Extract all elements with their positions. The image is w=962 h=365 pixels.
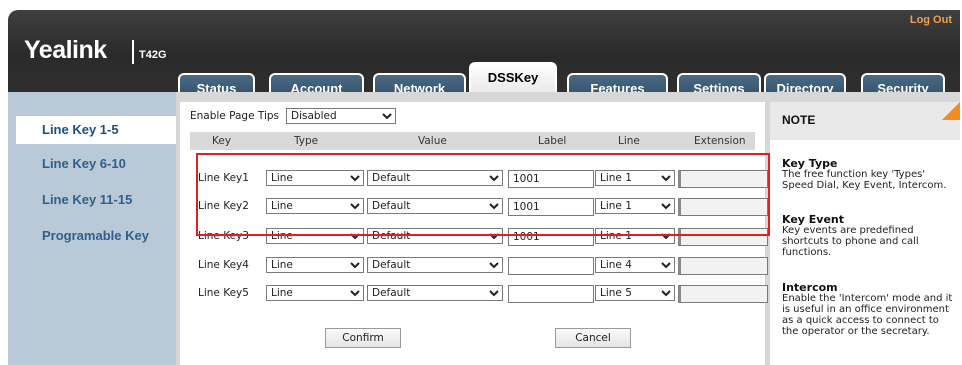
line-select[interactable]: Line 1 xyxy=(595,198,675,214)
note-text: The free function key 'Types' Speed Dial… xyxy=(782,169,947,191)
row-key-label: Line Key4 xyxy=(198,259,249,271)
column-header-extension: Extension xyxy=(694,135,746,147)
model-label: T42G xyxy=(139,49,167,61)
note-text: Enable the 'Intercom' mode and it is use… xyxy=(782,293,953,337)
web-ui-frame: Yealink T42G Log Out Status Account Netw… xyxy=(0,0,960,365)
label-input[interactable]: 1001 xyxy=(508,228,594,246)
note-header: NOTE xyxy=(770,102,960,140)
value-select[interactable]: Default xyxy=(367,228,503,244)
type-select[interactable]: Line xyxy=(266,285,364,301)
label-input[interactable]: 1001 xyxy=(508,170,594,188)
extension-input[interactable] xyxy=(678,170,768,188)
label-input[interactable]: 1001 xyxy=(508,198,594,216)
table-row: Line Key1 Line Default 1001 Line 1 xyxy=(190,168,768,190)
note-section: Key Type The free function key 'Types' S… xyxy=(782,158,956,191)
label-input[interactable] xyxy=(508,257,594,275)
column-header-value: Value xyxy=(418,135,447,147)
row-key-label: Line Key2 xyxy=(198,200,249,212)
value-select[interactable]: Default xyxy=(367,285,503,301)
row-key-label: Line Key3 xyxy=(198,230,249,242)
type-select[interactable]: Line xyxy=(266,170,364,186)
type-select[interactable]: Line xyxy=(266,198,364,214)
note-heading: Intercom xyxy=(782,281,838,294)
row-key-label: Line Key1 xyxy=(198,172,249,184)
value-select[interactable]: Default xyxy=(367,170,503,186)
line-select[interactable]: Line 1 xyxy=(595,228,675,244)
dsskey-panel: Enable Page Tips Disabled Key Type Value… xyxy=(180,102,768,365)
value-select[interactable]: Default xyxy=(367,257,503,273)
table-header: Key Type Value Label Line Extension xyxy=(190,132,755,150)
sidebar-item-line-key-1-5[interactable]: Line Key 1-5 xyxy=(16,116,176,144)
line-select[interactable]: Line 4 xyxy=(595,257,675,273)
header-bar: Yealink T42G Log Out Status Account Netw… xyxy=(8,10,960,102)
label-input[interactable] xyxy=(508,285,594,303)
type-select[interactable]: Line xyxy=(266,228,364,244)
column-header-key: Key xyxy=(212,135,232,147)
content-area: Line Key 1-5 Line Key 6-10 Line Key 11-1… xyxy=(8,92,960,365)
note-heading: Key Type xyxy=(782,157,838,170)
note-title: NOTE xyxy=(782,113,816,127)
type-select[interactable]: Line xyxy=(266,257,364,273)
line-select[interactable]: Line 1 xyxy=(595,170,675,186)
confirm-button[interactable]: Confirm xyxy=(325,328,401,348)
note-panel: NOTE Key Type The free function key 'Typ… xyxy=(770,102,960,365)
logout-link[interactable]: Log Out xyxy=(910,14,952,26)
extension-input[interactable] xyxy=(678,257,768,275)
note-heading: Key Event xyxy=(782,213,845,226)
table-row: Line Key2 Line Default 1001 Line 1 xyxy=(190,196,768,218)
cancel-button[interactable]: Cancel xyxy=(555,328,631,348)
column-header-label: Label xyxy=(538,135,567,147)
extension-input[interactable] xyxy=(678,198,768,216)
table-row: Line Key3 Line Default 1001 Line 1 xyxy=(190,226,768,248)
row-key-label: Line Key5 xyxy=(198,287,249,299)
sidebar: Line Key 1-5 Line Key 6-10 Line Key 11-1… xyxy=(8,92,176,365)
note-text: Key events are predefined shortcuts to p… xyxy=(782,225,919,258)
note-section: Key Event Key events are predefined shor… xyxy=(782,214,956,258)
logo-separator xyxy=(132,40,134,64)
column-header-type: Type xyxy=(294,135,319,147)
page-tips-select[interactable]: Disabled xyxy=(286,108,396,124)
extension-input[interactable] xyxy=(678,228,768,246)
sidebar-item-line-key-6-10[interactable]: Line Key 6-10 xyxy=(16,150,176,178)
page-tips-label: Enable Page Tips xyxy=(190,110,280,122)
line-select[interactable]: Line 5 xyxy=(595,285,675,301)
sidebar-item-line-key-11-15[interactable]: Line Key 11-15 xyxy=(16,186,176,214)
table-row: Line Key4 Line Default Line 4 xyxy=(190,255,768,277)
sidebar-item-programable-key[interactable]: Programable Key xyxy=(16,222,176,250)
note-corner-decoration xyxy=(942,102,960,120)
table-row: Line Key5 Line Default Line 5 xyxy=(190,283,768,305)
value-select[interactable]: Default xyxy=(367,198,503,214)
brand-logo: Yealink xyxy=(24,36,107,64)
column-header-line: Line xyxy=(618,135,640,147)
extension-input[interactable] xyxy=(678,285,768,303)
note-section: Intercom Enable the 'Intercom' mode and … xyxy=(782,282,956,337)
